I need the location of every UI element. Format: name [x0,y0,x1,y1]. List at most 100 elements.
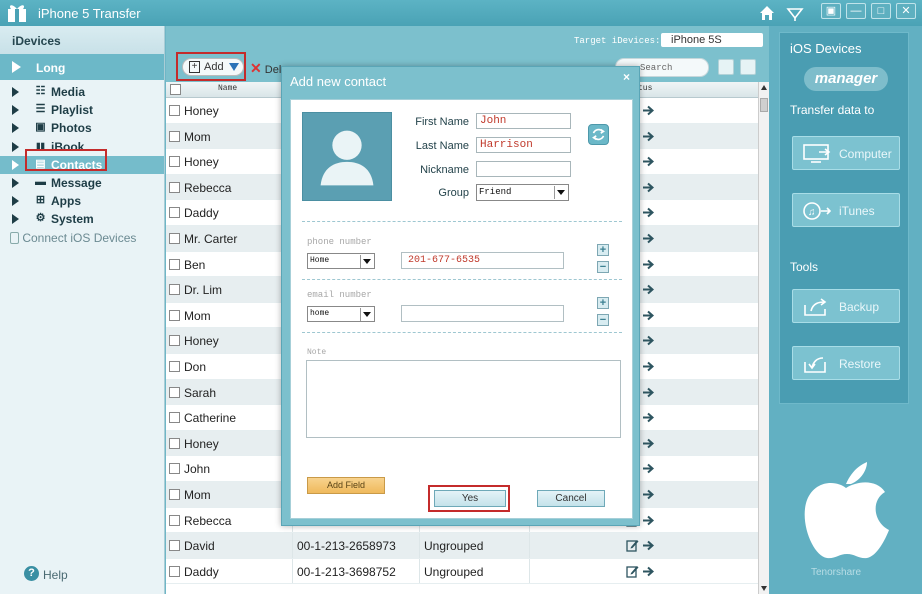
sidebar-item-message[interactable]: ▬ Message [0,174,164,192]
export-arrow-icon[interactable] [642,283,656,296]
to-itunes-button[interactable]: ♫ iTunes [792,193,900,227]
sidebar-item-apps[interactable]: ⊞ Apps [0,192,164,210]
note-field[interactable] [306,360,621,438]
dialog-close-icon[interactable]: × [623,70,630,84]
last-name-field[interactable]: Harrison [476,137,571,153]
row-checkbox[interactable] [169,565,180,577]
export-arrow-icon[interactable] [642,386,656,399]
add-field-button[interactable]: Add Field [307,477,385,494]
export-arrow-icon[interactable] [642,334,656,347]
connect-ios-devices[interactable]: Connect iOS Devices [10,231,136,245]
remove-email-icon[interactable]: − [597,314,609,326]
export-arrow-icon[interactable] [642,488,656,501]
sidebar-item-photos[interactable]: ▣ Photos [0,119,164,137]
add-phone-icon[interactable]: + [597,244,609,256]
export-arrow-icon[interactable] [642,258,656,271]
scroll-down-icon[interactable] [761,586,767,591]
row-checkbox[interactable] [169,488,180,500]
row-checkbox[interactable] [169,284,180,296]
add-email-icon[interactable]: + [597,297,609,309]
remove-phone-icon[interactable]: − [597,261,609,273]
nickname-field[interactable] [476,161,571,177]
column-header-status[interactable]: tus [638,84,652,93]
row-checkbox[interactable] [169,232,180,244]
computer-icon [803,144,831,163]
sidebar-item-ibook[interactable]: ▮▮ iBook [0,138,164,156]
export-arrow-icon[interactable] [642,104,656,117]
row-checkbox[interactable] [169,207,180,219]
row-checkbox[interactable] [169,309,180,321]
minimize-button[interactable]: — [846,3,866,19]
sidebar-item-playlist[interactable]: ☰ Playlist [0,101,164,119]
sidebar-item-contacts[interactable]: ▤ Contacts [0,155,164,174]
row-checkbox[interactable] [169,156,180,168]
select-all-checkbox[interactable] [170,84,181,95]
sidebar-item-system[interactable]: ⚙ System [0,210,164,228]
close-button[interactable]: ✕ [896,3,916,19]
target-device-select[interactable]: iPhone 5S [661,33,763,47]
column-divider [419,533,420,558]
export-arrow-icon[interactable] [642,565,656,578]
export-arrow-icon[interactable] [642,514,656,527]
row-checkbox[interactable] [169,386,180,398]
email-type-select[interactable]: home [307,306,375,322]
network-icon[interactable] [786,6,804,21]
contact-photo[interactable] [302,112,392,201]
export-arrow-icon[interactable] [642,411,656,424]
edit-icon[interactable] [626,539,639,552]
cancel-button[interactable]: Cancel [537,490,605,507]
export-arrow-icon[interactable] [642,309,656,322]
export-arrow-icon[interactable] [642,155,656,168]
export-arrow-icon[interactable] [642,206,656,219]
export-arrow-icon[interactable] [642,232,656,245]
table-row[interactable]: Daddy 00-1-213-3698752 Ungrouped [166,558,758,585]
row-checkbox[interactable] [169,130,180,142]
export-arrow-icon[interactable] [642,181,656,194]
svg-text:♫: ♫ [808,207,816,218]
grid-view-icon[interactable] [718,59,734,75]
row-checkbox[interactable] [169,181,180,193]
export-arrow-icon[interactable] [642,462,656,475]
export-arrow-icon[interactable] [642,539,656,552]
maximize-button[interactable]: □ [871,3,891,19]
export-arrow-icon[interactable] [642,130,656,143]
restore-button[interactable]: Restore [792,346,900,380]
list-view-icon[interactable] [740,59,756,75]
edit-icon[interactable] [626,565,639,578]
row-checkbox[interactable] [169,360,180,372]
row-checkbox[interactable] [169,463,180,475]
yes-button[interactable]: Yes [434,490,506,507]
email-field[interactable] [401,305,564,322]
row-checkbox[interactable] [169,258,180,270]
row-checkbox[interactable] [169,514,180,526]
help-link[interactable]: ? Help [24,566,68,582]
scroll-up-icon[interactable] [761,85,767,90]
sidebar-item-label: Media [51,85,86,99]
device-row[interactable]: Long [0,54,164,80]
add-button[interactable]: + Add [182,58,244,76]
export-arrow-icon[interactable] [642,437,656,450]
home-icon[interactable] [759,5,775,21]
group-select[interactable]: Friend [476,184,569,201]
phone-type-select[interactable]: Home [307,253,375,269]
to-computer-button[interactable]: Computer [792,136,900,170]
chevron-down-icon[interactable] [229,63,239,71]
table-row[interactable]: David 00-1-213-2658973 Ungrouped [166,533,758,559]
row-checkbox[interactable] [169,540,180,552]
sidebar-item-media[interactable]: ☷ Media [0,83,164,101]
row-checkbox[interactable] [169,105,180,116]
row-checkbox[interactable] [169,437,180,449]
scroll-thumb[interactable] [760,98,768,112]
column-header-name[interactable]: Name [218,84,237,93]
first-name-field[interactable]: John [476,113,571,129]
refresh-icon[interactable] [588,124,609,145]
scrollbar[interactable] [758,82,769,594]
divider [302,332,622,333]
row-checkbox[interactable] [169,335,180,347]
title-bar: iPhone 5 Transfer ▣ — □ ✕ [0,0,922,26]
skin-button[interactable]: ▣ [821,3,841,19]
export-arrow-icon[interactable] [642,360,656,373]
row-checkbox[interactable] [169,412,180,424]
backup-button[interactable]: Backup [792,289,900,323]
phone-number-field[interactable]: 201-677-6535 [401,252,564,269]
